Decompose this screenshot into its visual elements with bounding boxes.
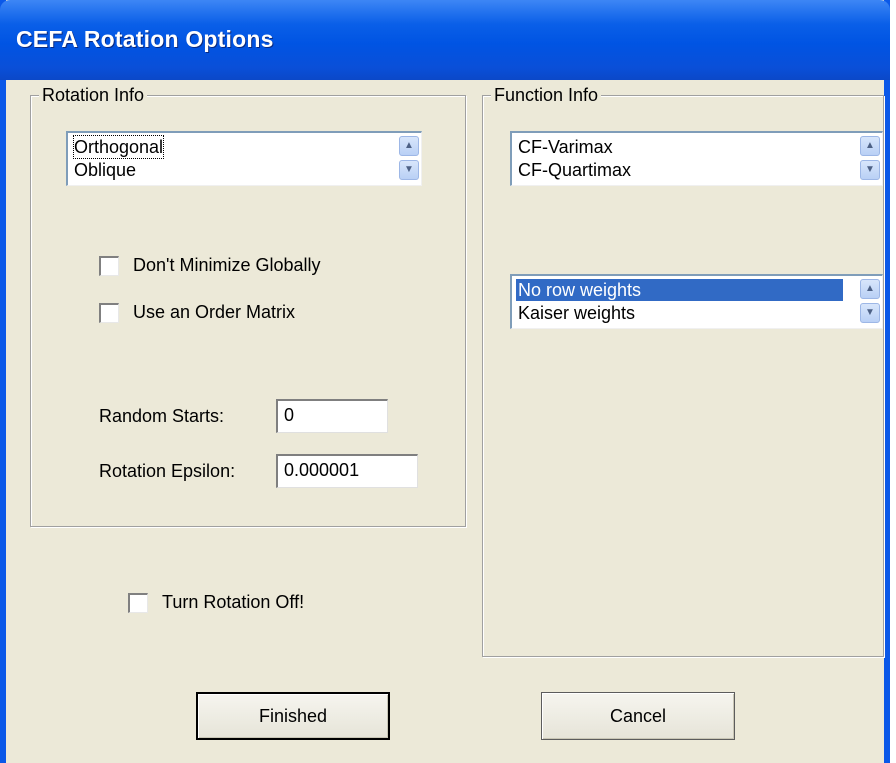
cancel-button[interactable]: Cancel: [541, 692, 735, 740]
spin-up-icon[interactable]: ▲: [860, 136, 880, 156]
turn-rotation-off-row[interactable]: Turn Rotation Off!: [128, 592, 304, 613]
spin-down-icon[interactable]: ▼: [860, 160, 880, 180]
rotation-epsilon-label: Rotation Epsilon:: [99, 461, 236, 481]
dont-minimize-globally-checkbox[interactable]: [99, 255, 119, 276]
turn-rotation-off-label: Turn Rotation Off!: [162, 592, 305, 612]
list-item-cf-varimax[interactable]: CF-Varimax: [518, 136, 613, 158]
finished-button[interactable]: Finished: [196, 692, 390, 740]
dont-minimize-globally-label: Don't Minimize Globally: [133, 255, 321, 275]
rotation-info-group: Rotation Info Orthogonal Oblique ▲ ▼ Don…: [30, 84, 466, 527]
turn-rotation-off-checkbox[interactable]: [128, 592, 148, 613]
use-order-matrix-checkbox[interactable]: [99, 302, 119, 323]
spin-down-icon[interactable]: ▼: [399, 160, 419, 180]
rotation-type-list[interactable]: Orthogonal Oblique ▲ ▼: [66, 131, 422, 186]
spin-up-icon[interactable]: ▲: [860, 279, 880, 299]
random-starts-label: Random Starts:: [99, 406, 225, 426]
window-title: CEFA Rotation Options: [16, 26, 274, 52]
dialog-window: CEFA Rotation Options Rotation Info Orth…: [0, 0, 890, 763]
list-item-oblique[interactable]: Oblique: [74, 159, 136, 181]
list-item-orthogonal[interactable]: Orthogonal: [72, 135, 165, 159]
title-bar[interactable]: CEFA Rotation Options: [0, 0, 890, 80]
use-order-matrix-label: Use an Order Matrix: [133, 302, 296, 322]
dialog-client-area: Rotation Info Orthogonal Oblique ▲ ▼ Don…: [6, 80, 884, 763]
function-info-label: Function Info: [491, 84, 602, 106]
list-item-no-row-weights[interactable]: No row weights: [516, 279, 843, 301]
function-list[interactable]: CF-Varimax CF-Quartimax ▲ ▼: [510, 131, 883, 186]
row-weights-list[interactable]: No row weights Kaiser weights ▲ ▼: [510, 274, 883, 329]
use-order-matrix-row[interactable]: Use an Order Matrix: [99, 302, 295, 323]
list-item-kaiser-weights[interactable]: Kaiser weights: [518, 302, 635, 324]
random-starts-input[interactable]: 0: [276, 399, 388, 433]
spin-up-icon[interactable]: ▲: [399, 136, 419, 156]
spin-down-icon[interactable]: ▼: [860, 303, 880, 323]
rotation-info-label: Rotation Info: [39, 84, 148, 106]
list-item-cf-quartimax[interactable]: CF-Quartimax: [518, 159, 631, 181]
rotation-epsilon-input[interactable]: 0.000001: [276, 454, 418, 488]
dont-minimize-globally-row[interactable]: Don't Minimize Globally: [99, 255, 321, 276]
function-info-group: Function Info CF-Varimax CF-Quartimax ▲ …: [482, 84, 884, 657]
